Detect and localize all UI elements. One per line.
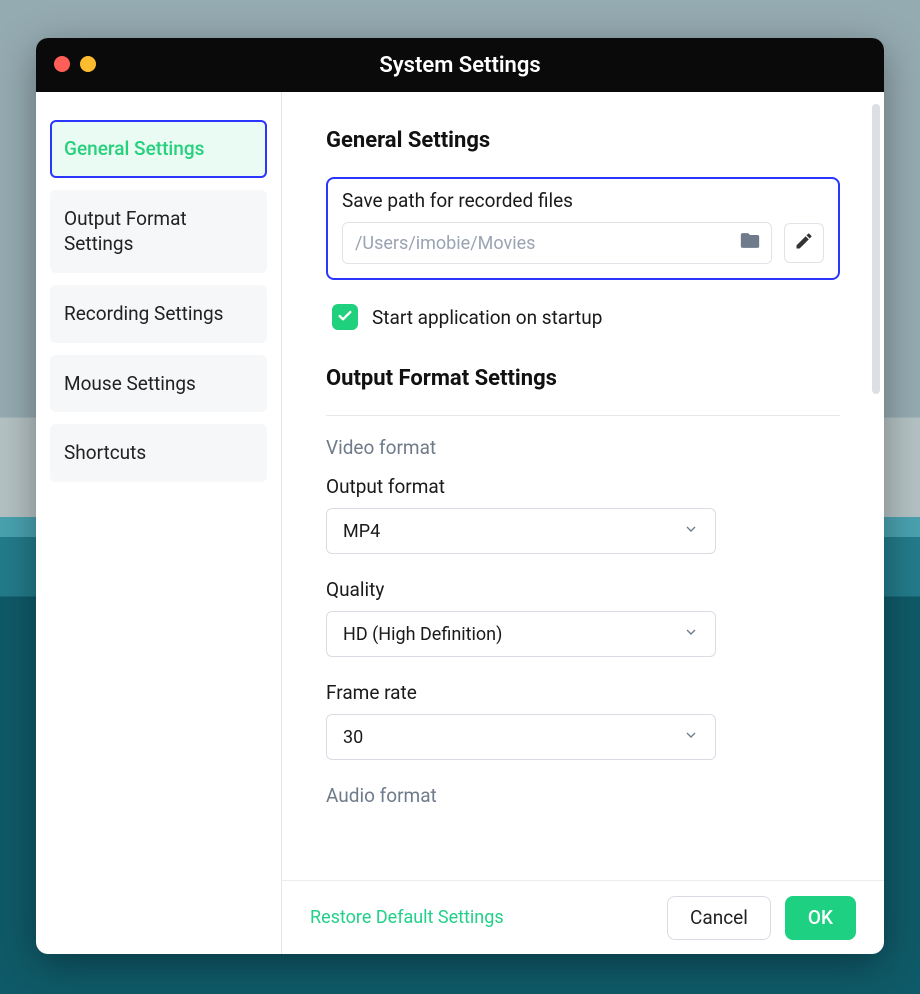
- edit-path-button[interactable]: [784, 223, 824, 263]
- video-format-subheading: Video format: [326, 436, 840, 459]
- startup-checkbox[interactable]: [332, 304, 358, 330]
- window-body: General Settings Output Format Settings …: [36, 92, 884, 954]
- output-format-label: Output format: [326, 475, 840, 498]
- footer: Restore Default Settings Cancel OK: [282, 880, 884, 954]
- ok-button[interactable]: OK: [785, 896, 856, 940]
- titlebar: System Settings: [36, 38, 884, 92]
- save-path-value: /Users/imobie/Movies: [355, 233, 535, 254]
- scrollbar[interactable]: [872, 104, 880, 394]
- section-heading-output-format: Output Format Settings: [326, 366, 840, 391]
- quality-value: HD (High Definition): [343, 624, 502, 645]
- minimize-window-button[interactable]: [80, 56, 96, 72]
- sidebar: General Settings Output Format Settings …: [36, 92, 282, 954]
- output-format-select[interactable]: MP4: [326, 508, 716, 554]
- save-path-label: Save path for recorded files: [342, 189, 824, 212]
- startup-checkbox-label: Start application on startup: [372, 306, 602, 329]
- section-heading-general: General Settings: [326, 128, 840, 153]
- audio-format-subheading: Audio format: [326, 784, 840, 807]
- output-format-value: MP4: [343, 521, 380, 542]
- frame-rate-value: 30: [343, 727, 363, 748]
- window-title: System Settings: [36, 53, 884, 78]
- folder-icon[interactable]: [739, 230, 761, 257]
- content-scroll[interactable]: General Settings Save path for recorded …: [282, 92, 884, 880]
- content-wrap: General Settings Save path for recorded …: [282, 92, 884, 954]
- sidebar-item-recording-settings[interactable]: Recording Settings: [50, 285, 267, 343]
- chevron-down-icon: [683, 521, 699, 542]
- footer-actions: Cancel OK: [667, 896, 856, 940]
- sidebar-item-mouse-settings[interactable]: Mouse Settings: [50, 355, 267, 413]
- chevron-down-icon: [683, 727, 699, 748]
- check-icon: [337, 306, 353, 329]
- window-controls: [54, 56, 96, 72]
- frame-rate-select[interactable]: 30: [326, 714, 716, 760]
- section-divider: [326, 415, 840, 416]
- chevron-down-icon: [683, 624, 699, 645]
- close-window-button[interactable]: [54, 56, 70, 72]
- restore-default-link[interactable]: Restore Default Settings: [310, 907, 504, 928]
- save-path-group: Save path for recorded files /Users/imob…: [326, 177, 840, 280]
- quality-select[interactable]: HD (High Definition): [326, 611, 716, 657]
- quality-label: Quality: [326, 578, 840, 601]
- sidebar-item-shortcuts[interactable]: Shortcuts: [50, 424, 267, 482]
- startup-checkbox-row[interactable]: Start application on startup: [332, 304, 840, 330]
- sidebar-item-output-format-settings[interactable]: Output Format Settings: [50, 190, 267, 273]
- pencil-icon: [794, 231, 814, 255]
- save-path-input[interactable]: /Users/imobie/Movies: [342, 222, 772, 264]
- sidebar-item-general-settings[interactable]: General Settings: [50, 120, 267, 178]
- settings-window: System Settings General Settings Output …: [36, 38, 884, 954]
- cancel-button[interactable]: Cancel: [667, 896, 771, 940]
- frame-rate-label: Frame rate: [326, 681, 840, 704]
